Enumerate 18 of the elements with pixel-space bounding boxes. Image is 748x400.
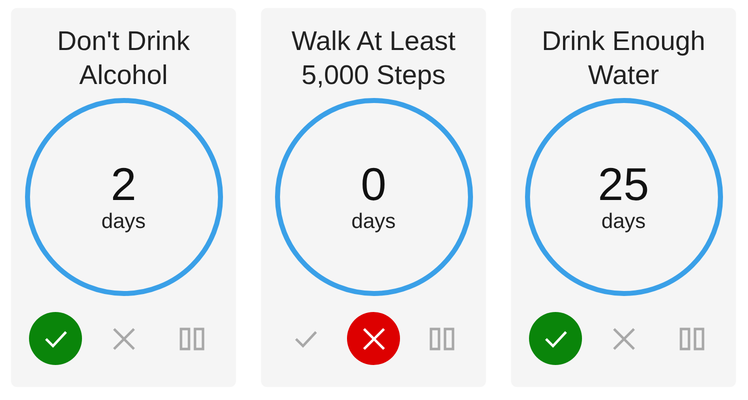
close-icon <box>362 326 386 350</box>
pause-icon <box>178 326 204 350</box>
check-button[interactable] <box>529 312 582 365</box>
pause-icon <box>428 326 454 350</box>
pause-icon <box>678 326 704 350</box>
streak-unit: days <box>101 209 146 235</box>
streak-count: 25 <box>598 159 650 209</box>
check-button[interactable] <box>29 312 82 365</box>
habit-title: Walk At Least 5,000 Steps <box>290 25 457 92</box>
habit-title: Drink Enough Water <box>540 25 706 92</box>
streak-unit: days <box>351 209 396 235</box>
streak-count: 2 <box>110 159 136 209</box>
streak-count: 0 <box>360 159 386 209</box>
streak-unit: days <box>601 209 646 235</box>
close-icon <box>612 326 636 350</box>
close-icon <box>112 326 136 350</box>
fail-button[interactable] <box>347 312 400 365</box>
habit-title: Don't Drink Alcohol <box>56 25 191 92</box>
